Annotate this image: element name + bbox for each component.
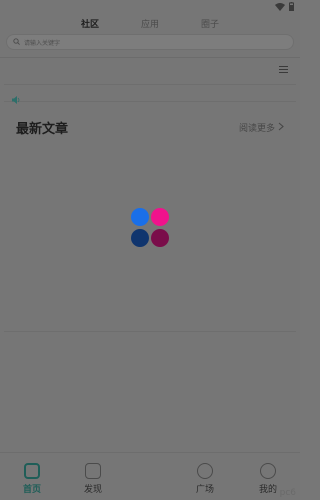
profile-icon (260, 463, 276, 479)
search-placeholder: 请输入关键字 (24, 39, 61, 47)
watermark: pc6 (279, 488, 296, 498)
read-more-link[interactable]: 阅读更多 (239, 121, 284, 134)
loader-dot (151, 208, 169, 226)
status-bar (0, 0, 300, 14)
nav-home[interactable]: 首页 (12, 463, 52, 495)
speaker-icon (12, 89, 21, 108)
home-icon (24, 463, 40, 479)
tab-apps[interactable]: 应用 (139, 17, 161, 35)
loading-spinner (131, 208, 171, 248)
nav-mine-label: 我的 (258, 485, 277, 495)
bottom-nav: 首页 发现 广场 我的 pc6 (0, 452, 300, 500)
nav-square-label: 广场 (195, 485, 214, 495)
nav-discover-label: 发现 (83, 485, 102, 495)
search-input[interactable]: 请输入关键字 (6, 34, 294, 50)
nav-square[interactable]: 广场 (185, 463, 225, 495)
discover-icon (85, 463, 101, 479)
loader-dot (151, 229, 169, 247)
nav-home-label: 首页 (22, 485, 41, 495)
tab-community[interactable]: 社区 (75, 17, 105, 39)
chevron-right-icon (278, 122, 284, 134)
search-icon (13, 37, 20, 47)
battery-icon (289, 2, 294, 11)
wifi-icon (275, 2, 285, 11)
menu-icon[interactable] (279, 66, 288, 75)
top-tabs: 社区 应用 圈子 (0, 17, 300, 39)
nav-discover[interactable]: 发现 (73, 463, 113, 495)
square-icon (197, 463, 213, 479)
section-title: 最新文章 (16, 122, 69, 137)
notice-bar (4, 84, 296, 104)
loader-dot (131, 208, 149, 226)
tab-circles[interactable]: 圈子 (199, 17, 221, 35)
read-more-label: 阅读更多 (238, 124, 275, 134)
loader-dot (131, 229, 149, 247)
divider (0, 57, 300, 58)
app-screen: 社区 应用 圈子 请输入关键字 最新文章 阅读更多 首页 发现 广场 我的 pc… (0, 0, 300, 500)
